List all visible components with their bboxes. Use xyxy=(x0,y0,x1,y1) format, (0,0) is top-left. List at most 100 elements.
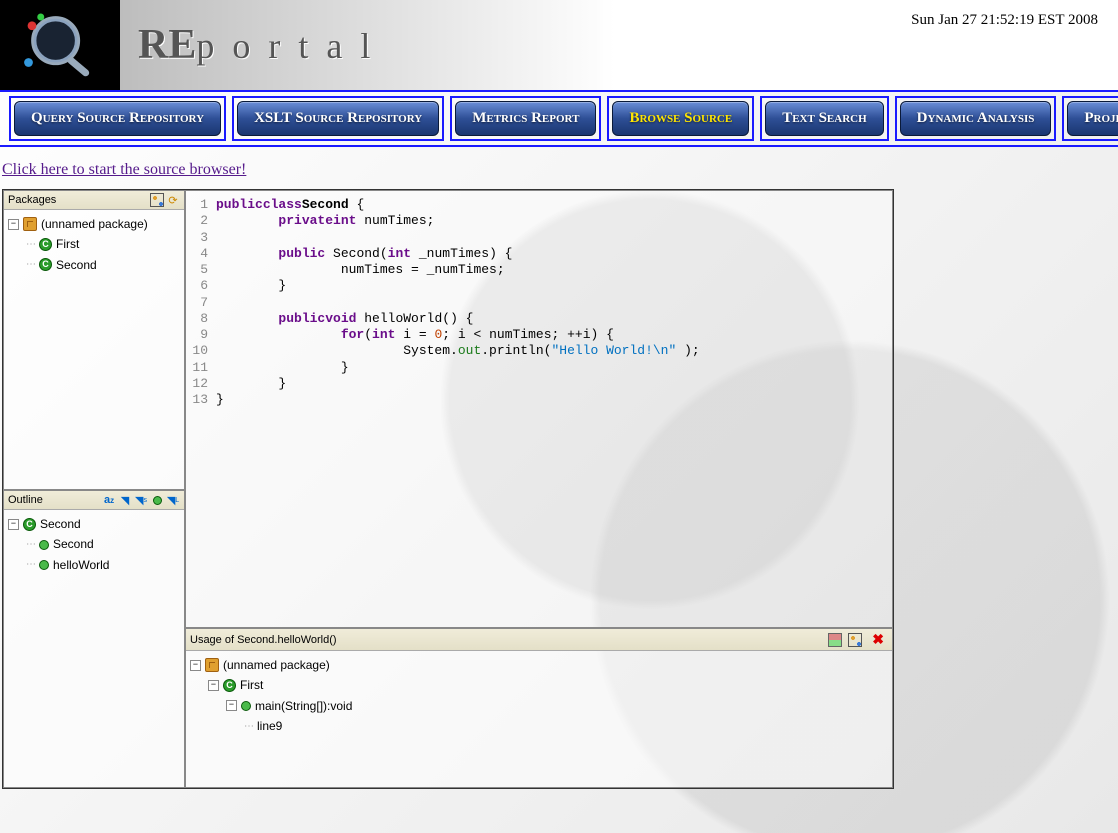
grid-icon[interactable] xyxy=(828,633,842,647)
workspace: Packages ⟳ − (unnamed package) ⋯ C First… xyxy=(2,189,894,789)
code-panel: 1publicclassSecond {2 privateint numTime… xyxy=(185,190,893,628)
code-text: for(int i = 0; i < numTimes; ++i) { xyxy=(216,327,614,343)
hide-local-icon[interactable]: ◥L xyxy=(166,493,180,507)
line-number: 2 xyxy=(186,213,216,229)
tree-row[interactable]: ⋯ helloWorld xyxy=(8,555,180,575)
nav-button[interactable]: Projects xyxy=(1067,101,1118,136)
collapse-icon[interactable]: − xyxy=(208,680,219,691)
collapse-icon[interactable]: − xyxy=(226,700,237,711)
tree-connector: ⋯ xyxy=(244,718,253,735)
method-icon xyxy=(241,701,251,711)
line-number: 8 xyxy=(186,311,216,327)
code-line: 12 } xyxy=(186,376,892,392)
outline-header: Outline az ◥ ◥s ◥L xyxy=(4,491,184,510)
code-text: } xyxy=(216,376,286,392)
outline-root-label: Second xyxy=(40,514,81,534)
collapse-icon[interactable]: − xyxy=(8,219,19,230)
method-icon xyxy=(39,540,49,550)
close-icon[interactable]: ✖ xyxy=(868,631,888,648)
filter-icon[interactable]: ◥ xyxy=(118,493,132,507)
title-prefix: RE xyxy=(138,22,196,68)
source-code[interactable]: 1publicclassSecond {2 privateint numTime… xyxy=(186,191,892,414)
method-dot-icon[interactable] xyxy=(150,493,164,507)
package-icon xyxy=(23,217,37,231)
nav-button[interactable]: Dynamic Analysis xyxy=(900,101,1052,136)
class-icon: C xyxy=(23,518,36,531)
nav-button[interactable]: Browse Source xyxy=(612,101,749,136)
tree-row[interactable]: − (unnamed package) xyxy=(190,655,888,675)
class-icon: C xyxy=(223,679,236,692)
code-line: 10 System.out.println("Hello World!\n" )… xyxy=(186,343,892,359)
header-band: REportal Sun Jan 27 21:52:19 EST 2008 xyxy=(0,0,1118,90)
line-number: 13 xyxy=(186,392,216,408)
hierarchy-icon[interactable] xyxy=(150,193,164,207)
tree-row[interactable]: ⋯ line9 xyxy=(190,716,888,736)
outline-tree: − C Second ⋯ Second ⋯ helloWorld xyxy=(4,510,184,579)
packages-title: Packages xyxy=(8,194,56,206)
line-number: 10 xyxy=(186,343,216,359)
usage-panel: Usage of Second.helloWorld() ✖ − (unname… xyxy=(185,628,893,788)
package-icon xyxy=(205,658,219,672)
line-number: 9 xyxy=(186,327,216,343)
line-number: 12 xyxy=(186,376,216,392)
code-line: 3 xyxy=(186,230,892,246)
tree-row[interactable]: − C First xyxy=(190,675,888,695)
timestamp: Sun Jan 27 21:52:19 EST 2008 xyxy=(911,12,1098,29)
nav-button[interactable]: XSLT Source Repository xyxy=(237,101,439,136)
tree-row[interactable]: − (unnamed package) xyxy=(8,214,180,234)
nav-button[interactable]: Query Source Repository xyxy=(14,101,221,136)
usage-tree: − (unnamed package) − C First − main(Str… xyxy=(186,651,892,741)
class-icon: C xyxy=(39,258,52,271)
line-number: 5 xyxy=(186,262,216,278)
code-line: 13} xyxy=(186,392,892,408)
line-number: 7 xyxy=(186,295,216,311)
hide-static-icon[interactable]: ◥s xyxy=(134,493,148,507)
start-browser-link[interactable]: Click here to start the source browser! xyxy=(2,161,246,179)
refresh-icon[interactable]: ⟳ xyxy=(166,193,180,207)
collapse-icon[interactable]: − xyxy=(190,660,201,671)
code-line: 11 } xyxy=(186,360,892,376)
tree-row[interactable]: ⋯ Second xyxy=(8,534,180,554)
line-number: 4 xyxy=(186,246,216,262)
line-number: 1 xyxy=(186,197,216,213)
code-line: 1publicclassSecond { xyxy=(186,197,892,213)
code-text: public Second(int _numTimes) { xyxy=(216,246,512,262)
line-number: 3 xyxy=(186,230,216,246)
tree-connector: ⋯ xyxy=(26,256,35,273)
line-number: 11 xyxy=(186,360,216,376)
nav-button[interactable]: Metrics Report xyxy=(455,101,596,136)
nav-button[interactable]: Text Search xyxy=(765,101,883,136)
code-text: } xyxy=(216,360,349,376)
code-line: 5 numTimes = _numTimes; xyxy=(186,262,892,278)
tree-row[interactable]: ⋯ C Second xyxy=(8,255,180,275)
tree-connector: ⋯ xyxy=(26,556,35,573)
packages-panel: Packages ⟳ − (unnamed package) ⋯ C First… xyxy=(3,190,185,490)
logo xyxy=(0,0,120,90)
usage-class-label: First xyxy=(240,675,263,695)
usage-header: Usage of Second.helloWorld() ✖ xyxy=(186,629,892,651)
member-label: helloWorld xyxy=(53,555,109,575)
tree-row[interactable]: − main(String[]):void xyxy=(190,696,888,716)
code-line: 6 } xyxy=(186,278,892,294)
code-line: 2 privateint numTimes; xyxy=(186,213,892,229)
package-root-label: (unnamed package) xyxy=(41,214,148,234)
method-icon xyxy=(39,560,49,570)
app-title: REportal xyxy=(138,21,388,69)
collapse-icon[interactable]: − xyxy=(8,519,19,530)
code-text: publicclassSecond { xyxy=(216,197,364,213)
tree-view-icon[interactable] xyxy=(848,633,862,647)
code-text: privateint numTimes; xyxy=(216,213,434,229)
code-line: 7 xyxy=(186,295,892,311)
usage-line-label: line9 xyxy=(257,716,282,736)
usage-title: Usage of Second.helloWorld() xyxy=(190,634,337,646)
tree-connector: ⋯ xyxy=(26,536,35,553)
tree-row[interactable]: ⋯ C First xyxy=(8,234,180,254)
sort-az-icon[interactable]: az xyxy=(102,493,116,507)
main-nav: Query Source Repository XSLT Source Repos… xyxy=(0,90,1118,147)
tree-row[interactable]: − C Second xyxy=(8,514,180,534)
usage-root-label: (unnamed package) xyxy=(223,655,330,675)
code-line: 9 for(int i = 0; i < numTimes; ++i) { xyxy=(186,327,892,343)
outline-title: Outline xyxy=(8,494,43,506)
code-text: publicvoid helloWorld() { xyxy=(216,311,473,327)
outline-panel: Outline az ◥ ◥s ◥L − C Second ⋯ Second ⋯ xyxy=(3,490,185,788)
